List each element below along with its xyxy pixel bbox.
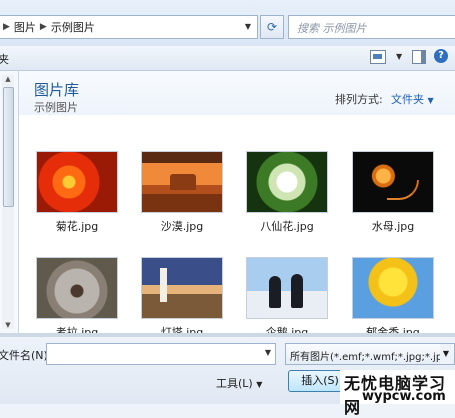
file-name: 八仙花.jpg [260,220,314,233]
address-bar-row: ▶ 图片 ▶ 示例图片 ▼ ⟳ 搜索 示例图片 [0,0,455,47]
file-name: 菊花.jpg [55,220,99,233]
refresh-button[interactable]: ⟳ [260,15,284,39]
jellyfish-thumbnail [352,151,434,213]
arrange-by-label: 排列方式: [335,93,383,106]
arrange-by-dropdown[interactable]: 文件夹 ▼ [391,91,434,107]
scroll-up-icon[interactable]: ▲ [2,75,14,83]
file-name: 水母.jpg [371,220,415,233]
view-options-dropdown-icon[interactable]: ▼ [396,52,402,61]
lighthouse-thumbnail [141,257,223,319]
file-item-jellyfish[interactable]: 水母.jpg [341,151,445,234]
filename-label: 文件名(N): [0,349,52,362]
preview-pane-icon[interactable] [412,50,426,64]
breadcrumb-separator-icon[interactable]: ▶ [3,22,10,32]
file-type-value: 所有图片(*.emf;*.wmf;*.jpg;*.jp [290,352,443,363]
file-list-pane: 图片库 示例图片 排列方式: 文件夹 ▼ 菊花.jpg 沙漠.jpg 八仙花.j… [19,71,455,339]
chevron-down-icon: ▼ [427,96,434,105]
library-title: 图片库 [34,81,80,99]
dialog-footer: 文件名(N): ▼ 所有图片(*.emf;*.wmf;*.jpg;*.jp ▼ … [0,337,455,417]
file-item-desert[interactable]: 沙漠.jpg [130,151,234,234]
address-bar[interactable]: ▶ 图片 ▶ 示例图片 ▼ [0,15,258,39]
library-header: 图片库 示例图片 排列方式: 文件夹 ▼ [19,71,455,115]
tulips-thumbnail [352,257,434,319]
help-icon[interactable]: ? [434,49,448,63]
hydrangeas-thumbnail [246,151,328,213]
scroll-down-icon[interactable]: ▼ [2,321,14,329]
file-type-select[interactable]: 所有图片(*.emf;*.wmf;*.jpg;*.jp ▼ [285,343,455,365]
scrollbar-thumb[interactable] [3,87,14,207]
toolbar: 夹 ▼ ? [0,46,455,71]
file-item-chrysanthemum[interactable]: 菊花.jpg [25,151,129,234]
desert-thumbnail [141,151,223,213]
file-name: 沙漠.jpg [160,220,204,233]
chevron-down-icon: ▼ [256,380,263,389]
address-history-dropdown-icon[interactable]: ▼ [241,17,255,37]
navigation-pane: ▲ ▼ [0,71,19,333]
filename-input[interactable]: ▼ [46,343,276,365]
tools-button[interactable]: 工具(L) ▼ [216,375,262,391]
new-folder-button[interactable]: 夹 [0,51,9,67]
file-item-lighthouse[interactable]: 灯塔.jpg [130,257,234,340]
breadcrumb-pictures[interactable]: 图片 [14,19,36,35]
chevron-down-icon: ▼ [440,344,452,364]
tools-label: 工具(L) [216,377,253,390]
search-placeholder: 搜索 示例图片 [297,22,367,35]
koala-thumbnail [36,257,118,319]
watermark-url: wypcw.com [362,389,446,404]
file-item-hydrangeas[interactable]: 八仙花.jpg [235,151,339,234]
filename-dropdown-icon[interactable]: ▼ [265,348,271,357]
search-input[interactable]: 搜索 示例图片 [288,15,455,39]
file-item-tulips[interactable]: 郁金香.jpg [341,257,445,340]
watermark: 无忧电脑学习网 wypcw.com [340,370,455,417]
breadcrumb-sample-pictures[interactable]: 示例图片 [51,19,95,35]
chrysanthemum-thumbnail [36,151,118,213]
arrange-by-value: 文件夹 [391,93,424,106]
navigation-scrollbar[interactable]: ▲ ▼ [2,75,14,329]
breadcrumb-separator-icon[interactable]: ▶ [40,22,47,32]
file-item-koala[interactable]: 考拉.jpg [25,257,129,340]
library-subtitle: 示例图片 [34,101,78,114]
change-view-icon[interactable] [370,50,386,64]
penguins-thumbnail [246,257,328,319]
file-item-penguins[interactable]: 企鹅.jpg [235,257,339,340]
